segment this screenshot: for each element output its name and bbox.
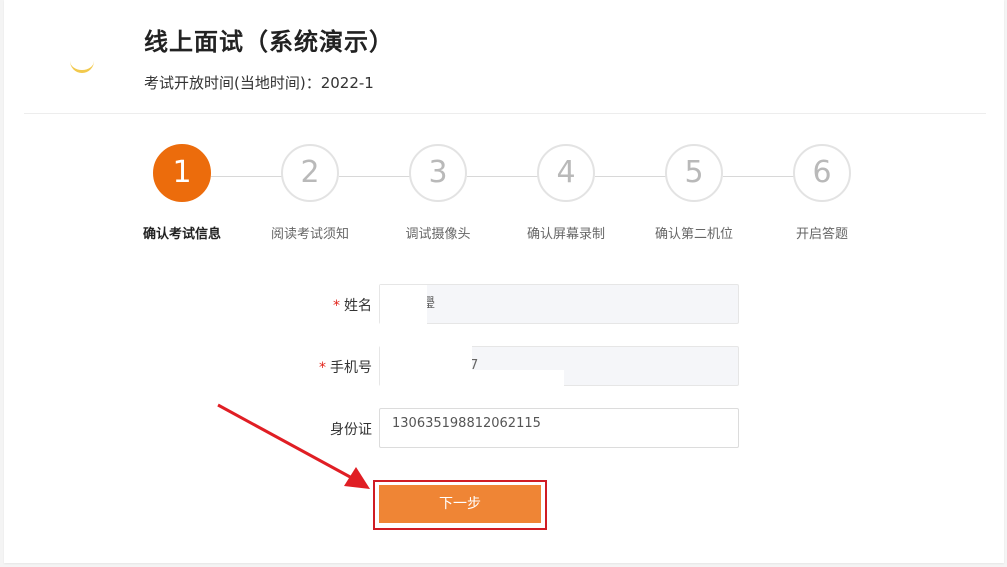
arrow-shaft	[217, 403, 353, 480]
arrow-head	[344, 467, 370, 489]
annotation-arrow	[217, 403, 370, 489]
